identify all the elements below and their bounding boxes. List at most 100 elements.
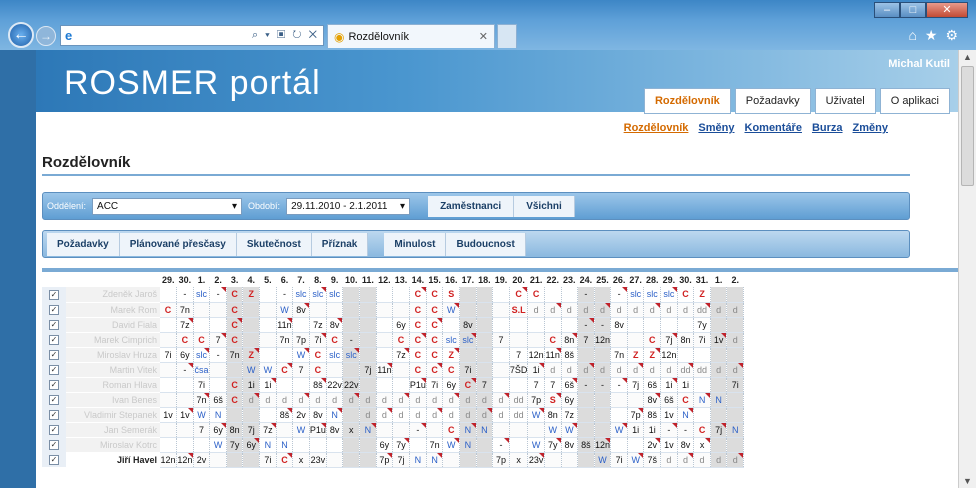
- schedule-cell[interactable]: x: [292, 452, 310, 468]
- schedule-cell[interactable]: [326, 452, 344, 468]
- schedule-cell[interactable]: d: [492, 407, 510, 423]
- schedule-cell[interactable]: C: [442, 362, 461, 378]
- schedule-cell[interactable]: d: [342, 392, 361, 408]
- schedule-cell[interactable]: slc: [326, 287, 344, 303]
- schedule-cell[interactable]: d: [577, 302, 595, 318]
- schedule-cell[interactable]: 23v: [527, 452, 545, 468]
- maximize-button[interactable]: □: [900, 2, 926, 18]
- schedule-cell[interactable]: 7n: [193, 392, 211, 408]
- schedule-cell[interactable]: 2v: [292, 407, 310, 423]
- schedule-cell[interactable]: [544, 317, 562, 333]
- schedule-cell[interactable]: d: [710, 302, 728, 318]
- schedule-cell[interactable]: 1v: [710, 332, 728, 348]
- schedule-cell[interactable]: 7n: [426, 437, 444, 453]
- schedule-cell[interactable]: 8v: [326, 422, 344, 438]
- schedule-cell[interactable]: C: [226, 392, 244, 408]
- skutecnost-button[interactable]: Skutečnost: [236, 232, 312, 256]
- schedule-cell[interactable]: [392, 302, 410, 318]
- schedule-cell[interactable]: 7p: [492, 452, 510, 468]
- schedule-cell[interactable]: d: [660, 452, 678, 468]
- schedule-cell[interactable]: 7: [577, 332, 595, 348]
- schedule-cell[interactable]: [409, 437, 427, 453]
- row-checkbox[interactable]: ✓: [42, 332, 66, 347]
- schedule-cell[interactable]: W: [527, 407, 545, 423]
- schedule-cell[interactable]: [209, 377, 227, 393]
- schedule-cell[interactable]: N: [259, 437, 277, 453]
- tab-uzivatel[interactable]: Uživatel: [814, 88, 876, 114]
- schedule-cell[interactable]: [259, 407, 277, 423]
- schedule-cell[interactable]: [459, 287, 477, 303]
- schedule-cell[interactable]: -: [577, 317, 595, 333]
- schedule-cell[interactable]: 23v: [309, 452, 327, 468]
- schedule-cell[interactable]: 6š: [660, 392, 678, 408]
- tab-rozdelovnik[interactable]: Rozdělovník: [643, 88, 731, 114]
- schedule-cell[interactable]: 2v: [643, 437, 662, 453]
- schedule-cell[interactable]: C: [193, 332, 211, 348]
- schedule-cell[interactable]: [392, 422, 410, 438]
- schedule-cell[interactable]: [544, 452, 562, 468]
- schedule-cell[interactable]: 7i: [726, 377, 745, 393]
- address-tools-icon[interactable]: ⌕ ▾ ▣ ↻ ✕: [252, 29, 319, 42]
- schedule-cell[interactable]: [160, 422, 178, 438]
- schedule-cell[interactable]: [561, 287, 579, 303]
- schedule-cell[interactable]: N: [209, 407, 227, 423]
- schedule-cell[interactable]: [242, 317, 261, 333]
- schedule-cell[interactable]: [693, 347, 711, 363]
- schedule-cell[interactable]: 7: [544, 377, 562, 393]
- schedule-cell[interactable]: -: [610, 287, 628, 303]
- schedule-cell[interactable]: 7j: [660, 332, 678, 348]
- schedule-cell[interactable]: d: [693, 452, 711, 468]
- schedule-cell[interactable]: [726, 317, 745, 333]
- schedule-cell[interactable]: [660, 317, 678, 333]
- schedule-cell[interactable]: 8š: [561, 347, 579, 363]
- schedule-cell[interactable]: 7j: [392, 452, 410, 468]
- row-checkbox[interactable]: ✓: [42, 452, 66, 467]
- schedule-cell[interactable]: [627, 437, 645, 453]
- schedule-cell[interactable]: [292, 317, 310, 333]
- schedule-cell[interactable]: C: [409, 347, 427, 363]
- schedule-cell[interactable]: slc: [193, 347, 211, 363]
- schedule-cell[interactable]: 8š: [643, 407, 662, 423]
- schedule-cell[interactable]: C: [677, 392, 695, 408]
- schedule-cell[interactable]: d: [326, 392, 344, 408]
- schedule-cell[interactable]: 7: [527, 377, 545, 393]
- schedule-cell[interactable]: d: [643, 362, 662, 378]
- schedule-cell[interactable]: 8n: [677, 332, 695, 348]
- schedule-cell[interactable]: [193, 302, 211, 318]
- schedule-cell[interactable]: [544, 287, 562, 303]
- schedule-cell[interactable]: [259, 332, 277, 348]
- schedule-cell[interactable]: N: [409, 452, 427, 468]
- back-arrow-icon[interactable]: ←: [8, 22, 34, 48]
- schedule-cell[interactable]: [176, 377, 194, 393]
- schedule-cell[interactable]: 7y: [226, 437, 244, 453]
- row-checkbox[interactable]: ✓: [42, 287, 66, 302]
- schedule-cell[interactable]: 7z: [392, 347, 410, 363]
- schedule-cell[interactable]: [342, 362, 361, 378]
- schedule-cell[interactable]: [594, 407, 612, 423]
- sub-link-burza[interactable]: Burza: [812, 122, 843, 134]
- schedule-cell[interactable]: 12n: [160, 452, 178, 468]
- schedule-cell[interactable]: 1v: [660, 407, 678, 423]
- schedule-cell[interactable]: [276, 347, 294, 363]
- schedule-cell[interactable]: C: [426, 287, 444, 303]
- schedule-cell[interactable]: [442, 317, 461, 333]
- schedule-cell[interactable]: [476, 437, 494, 453]
- schedule-cell[interactable]: dd: [693, 362, 711, 378]
- schedule-cell[interactable]: W: [442, 302, 461, 318]
- schedule-cell[interactable]: Z: [643, 347, 662, 363]
- schedule-cell[interactable]: [492, 287, 510, 303]
- schedule-cell[interactable]: [492, 302, 510, 318]
- schedule-cell[interactable]: [627, 332, 645, 348]
- schedule-cell[interactable]: C: [226, 287, 244, 303]
- schedule-cell[interactable]: [509, 377, 529, 393]
- schedule-cell[interactable]: [292, 437, 310, 453]
- schedule-cell[interactable]: [710, 437, 728, 453]
- schedule-cell[interactable]: W: [242, 362, 261, 378]
- schedule-cell[interactable]: slc: [292, 287, 310, 303]
- row-checkbox[interactable]: ✓: [42, 302, 66, 317]
- schedule-cell[interactable]: x: [509, 452, 529, 468]
- schedule-cell[interactable]: C: [226, 332, 244, 348]
- home-favorites-settings-icons[interactable]: ⌂★⚙: [908, 27, 966, 44]
- schedule-cell[interactable]: 6y: [209, 422, 227, 438]
- schedule-cell[interactable]: 8n: [544, 407, 562, 423]
